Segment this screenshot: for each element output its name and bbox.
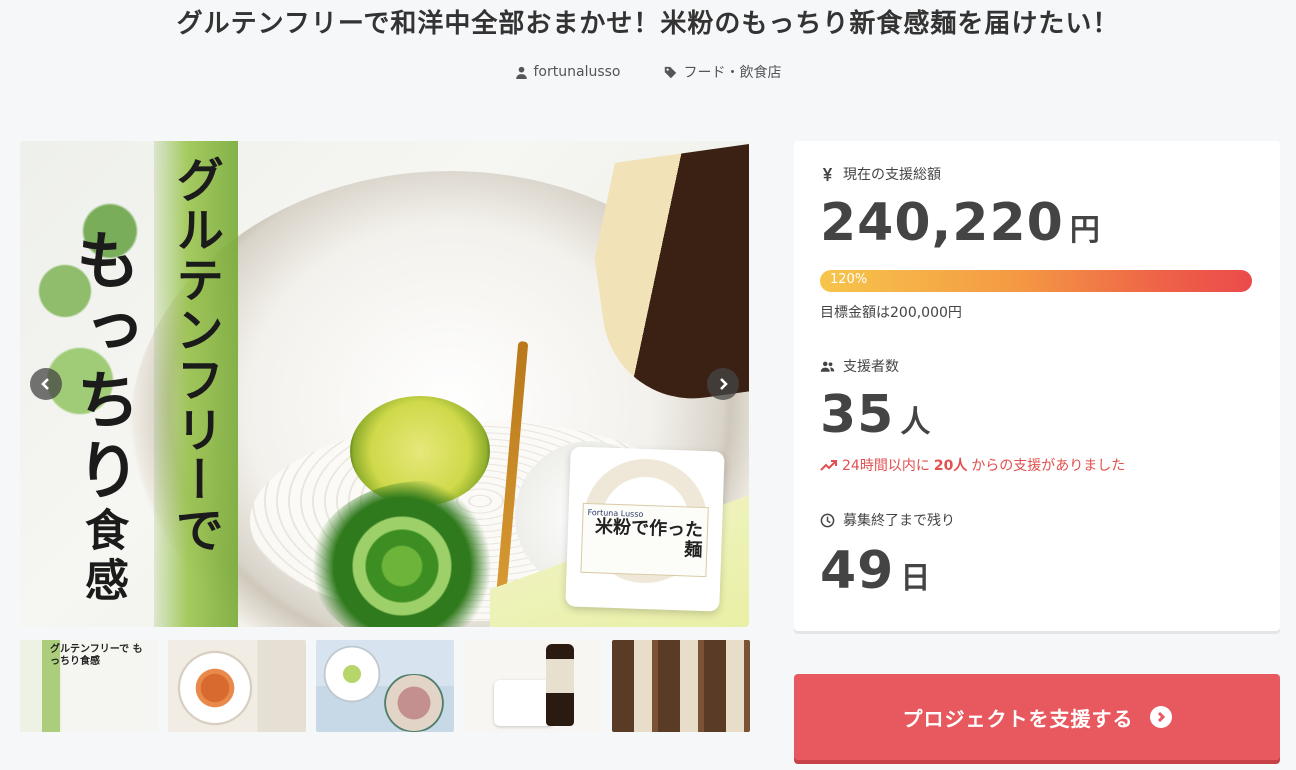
thumbnail-4-bottle bbox=[546, 644, 574, 726]
remaining-label: 募集終了まで残り bbox=[820, 510, 955, 530]
arrow-right-circle-icon bbox=[1149, 706, 1172, 728]
project-title: グルテンフリーで和洋中全部おまかせ！米粉のもっちり新食感麺を届けたい！ bbox=[176, 9, 1120, 39]
hero-text-mochiri-main: もっちり bbox=[65, 227, 140, 507]
hero-text-gluten-free: グルテンフリーで bbox=[167, 155, 223, 555]
hero-text-shokkan: 食感 bbox=[77, 507, 128, 607]
category-name: フード・飲食店 bbox=[683, 65, 782, 81]
chevron-right-icon bbox=[1157, 712, 1165, 722]
hero-text-mochiri: もっちり食感 bbox=[62, 227, 142, 607]
progress-percent: 120% bbox=[830, 272, 868, 287]
thumbnail-1-text: グルテンフリーで もっちり食感 bbox=[50, 644, 143, 667]
package-title: 米粉で作った麺 bbox=[594, 516, 704, 562]
thumbnail-2[interactable] bbox=[168, 640, 306, 732]
owner-name: fortunalusso bbox=[533, 64, 621, 80]
recent-support-notice: 24時間以内に 20人 からの支援がありました bbox=[820, 455, 1125, 475]
progress-bar: 120% bbox=[820, 270, 1252, 292]
category-link[interactable]: フード・飲食店 bbox=[664, 62, 781, 82]
remaining-unit: 日 bbox=[900, 561, 932, 596]
clock-icon bbox=[820, 513, 835, 527]
remaining-value: 49 日 bbox=[820, 541, 931, 601]
support-project-button[interactable]: プロジェクトを支援する bbox=[794, 674, 1280, 760]
thumbnail-2-plate bbox=[174, 650, 256, 726]
backers-value: 35 人 bbox=[820, 385, 931, 445]
thumbnail-4-package bbox=[494, 680, 554, 726]
user-icon bbox=[515, 66, 527, 79]
carousel-next-button[interactable] bbox=[707, 368, 739, 400]
project-meta: fortunalusso フード・飲食店 bbox=[0, 62, 1296, 82]
amount-label: 現在の支援総額 bbox=[820, 164, 941, 184]
backers-number: 35 bbox=[820, 385, 895, 445]
backers-label: 支援者数 bbox=[820, 356, 899, 376]
stats-panel: 現在の支援総額 240,220 円 120% 目標金額は200,000円 支援者数… bbox=[794, 141, 1280, 631]
carousel-prev-button[interactable] bbox=[30, 368, 62, 400]
package-label: Fortuna Lusso 米粉で作った麺 bbox=[580, 502, 709, 578]
goal-amount: 目標金額は200,000円 bbox=[820, 305, 962, 321]
remaining-number: 49 bbox=[820, 541, 895, 601]
amount-value: 240,220 円 bbox=[820, 193, 1101, 253]
chevron-right-icon bbox=[720, 378, 728, 390]
amount-label-text: 現在の支援総額 bbox=[843, 167, 941, 183]
backers-label-text: 支援者数 bbox=[843, 359, 899, 375]
users-icon bbox=[820, 361, 835, 372]
trend-suffix: からの支援がありました bbox=[971, 458, 1126, 474]
remaining-label-text: 募集終了まで残り bbox=[843, 513, 955, 529]
thumbnail-strip: グルテンフリーで もっちり食感 bbox=[20, 640, 750, 732]
trend-prefix: 24時間以内に bbox=[842, 458, 930, 474]
progress-fill bbox=[820, 270, 1252, 292]
trend-up-icon bbox=[820, 460, 837, 471]
owner-link[interactable]: fortunalusso bbox=[515, 62, 621, 82]
backers-unit: 人 bbox=[900, 405, 932, 440]
chevron-left-icon bbox=[41, 378, 49, 390]
amount-unit: 円 bbox=[1069, 213, 1101, 248]
trend-count: 20人 bbox=[933, 458, 968, 474]
thumbnail-3-plate-a bbox=[320, 644, 384, 704]
support-button-label: プロジェクトを支援する bbox=[902, 706, 1134, 731]
noodle-package: Fortuna Lusso 米粉で作った麺 bbox=[565, 446, 725, 612]
thumbnail-4[interactable] bbox=[464, 640, 602, 732]
thumbnail-5[interactable] bbox=[612, 640, 750, 732]
amount-number: 240,220 bbox=[820, 193, 1064, 253]
thumbnail-1[interactable]: グルテンフリーで もっちり食感 bbox=[20, 640, 158, 732]
thumbnail-3[interactable] bbox=[316, 640, 454, 732]
hero-image[interactable]: グルテンフリーで もっちり食感 Fortuna Lusso 米粉で作った麺 bbox=[20, 141, 749, 627]
yen-icon bbox=[822, 167, 833, 181]
tag-icon bbox=[665, 66, 677, 78]
thumbnail-3-plate-b bbox=[378, 674, 450, 732]
